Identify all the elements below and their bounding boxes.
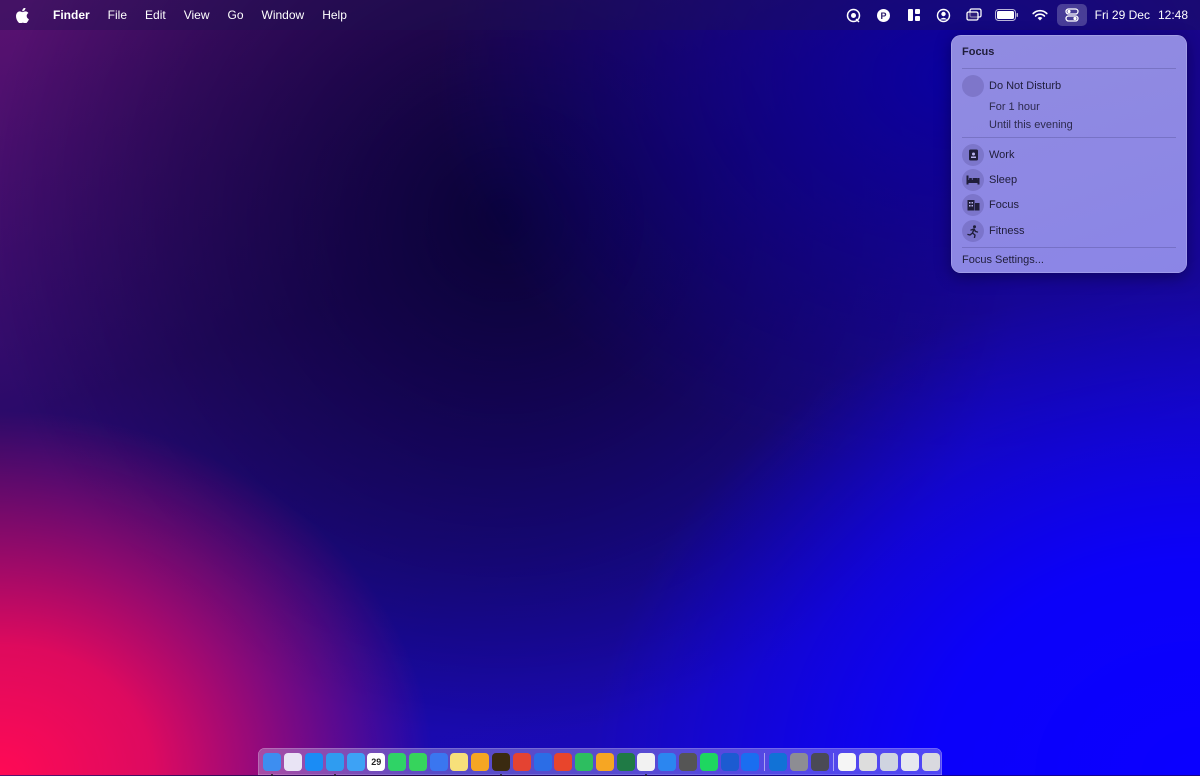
dock-separator [763, 752, 765, 771]
bed-icon [962, 169, 984, 191]
focus-mode-fitness[interactable]: Fitness [962, 220, 1176, 242]
work-label: Work [989, 149, 1015, 161]
focus-mode-sleep[interactable]: Sleep [962, 169, 1176, 191]
dock-app-outlook-icon[interactable] [769, 752, 788, 771]
dock-app-calculator-icon[interactable] [679, 752, 698, 771]
dock-app-photos-icon[interactable] [637, 752, 656, 776]
dock-app-todoist-icon[interactable] [512, 752, 531, 771]
divider [962, 247, 1176, 248]
fitness-label: Fitness [989, 225, 1025, 237]
menu-go[interactable]: Go [219, 0, 253, 30]
building-icon [962, 194, 984, 216]
focus-settings-link[interactable]: Focus Settings... [962, 254, 1044, 266]
dock-app-spotify-icon[interactable] [699, 752, 718, 771]
calendar-day: 29 [371, 756, 382, 767]
dnd-option-until-evening[interactable]: Until this evening [989, 119, 1073, 131]
dock-app-system-settings-icon[interactable] [789, 752, 808, 771]
focus-label: Focus [989, 199, 1019, 211]
menu-file[interactable]: File [99, 0, 136, 30]
dock-app-trash-icon[interactable] [921, 752, 940, 771]
menu-bar: Finder File Edit View Go Window Help P F… [0, 0, 1200, 30]
dock-app-remote-icon[interactable] [810, 752, 829, 771]
menu-window[interactable]: Window [253, 0, 314, 30]
apple-logo-icon[interactable] [14, 7, 30, 23]
dock-app-calendar-icon[interactable]: 29 [367, 752, 386, 771]
dock-app-pages-icon[interactable] [471, 752, 490, 771]
divider [962, 137, 1176, 138]
screen-time-icon[interactable] [841, 4, 867, 26]
do-not-disturb-label: Do Not Disturb [989, 80, 1062, 92]
dock-app-mail-icon[interactable] [346, 752, 365, 771]
menubar-date[interactable]: Fri 29 Dec [1095, 8, 1150, 22]
window-manager-icon[interactable] [901, 4, 927, 26]
dock-app-screenshot-2-icon[interactable] [900, 752, 919, 771]
dock-app-whatsapp-icon[interactable] [388, 752, 407, 771]
menu-help[interactable]: Help [313, 0, 356, 30]
user-icon[interactable] [931, 4, 957, 26]
menu-edit[interactable]: Edit [136, 0, 175, 30]
dock-app-tes-icon[interactable] [491, 752, 510, 776]
badge-icon [962, 144, 984, 166]
dock-app-signal-icon[interactable] [429, 752, 448, 771]
panel-title: Focus [962, 46, 995, 58]
menu-view[interactable]: View [175, 0, 219, 30]
svg-text:P: P [881, 11, 887, 21]
wifi-icon[interactable] [1027, 4, 1053, 26]
dock-app-keyboard-viewer-icon[interactable] [859, 752, 878, 771]
focus-mode-work[interactable]: Work [962, 144, 1176, 166]
dock-app-1password-icon[interactable] [741, 752, 760, 771]
dock-separator [833, 752, 835, 771]
dock-app-excel-icon[interactable] [616, 752, 635, 771]
moon-icon [962, 75, 984, 97]
dock-app-pencil-icon[interactable] [595, 752, 614, 771]
menu-app-name[interactable]: Finder [44, 0, 99, 30]
dock-app-screenshot-1-icon[interactable] [880, 752, 899, 771]
screen-mirroring-icon[interactable] [961, 4, 987, 26]
dock-app-evernote-icon[interactable] [575, 752, 594, 771]
dock-app-craft-icon[interactable] [554, 752, 573, 771]
pockity-icon[interactable]: P [871, 4, 897, 26]
dock-app-things-icon[interactable] [533, 752, 552, 771]
divider [962, 68, 1176, 69]
dock: 29 [258, 748, 942, 776]
control-center-icon[interactable] [1056, 4, 1087, 26]
battery-icon[interactable] [991, 4, 1023, 26]
dock-app-safari-icon[interactable] [325, 752, 344, 776]
dock-app-app-store-icon[interactable] [304, 752, 323, 771]
sleep-label: Sleep [989, 174, 1018, 186]
dock-app-messages-icon[interactable] [408, 752, 427, 771]
focus-panel: Focus Do Not Disturb For 1 hour Until th… [951, 35, 1187, 273]
dock-app-document-icon[interactable] [838, 752, 857, 771]
dock-app-launchpad-icon[interactable] [284, 752, 303, 771]
dock-app-bookmarks-icon[interactable] [658, 752, 677, 771]
dock-app-finder-icon[interactable] [263, 752, 282, 776]
menubar-time[interactable]: 12:48 [1158, 8, 1188, 22]
focus-mode-do-not-disturb[interactable]: Do Not Disturb [962, 75, 1176, 97]
dnd-option-1-hour[interactable]: For 1 hour [989, 101, 1040, 113]
dock-app-notes-icon[interactable] [450, 752, 469, 771]
running-icon [962, 220, 984, 242]
dock-app-prompt-icon[interactable] [720, 752, 739, 771]
focus-mode-focus[interactable]: Focus [962, 194, 1176, 216]
